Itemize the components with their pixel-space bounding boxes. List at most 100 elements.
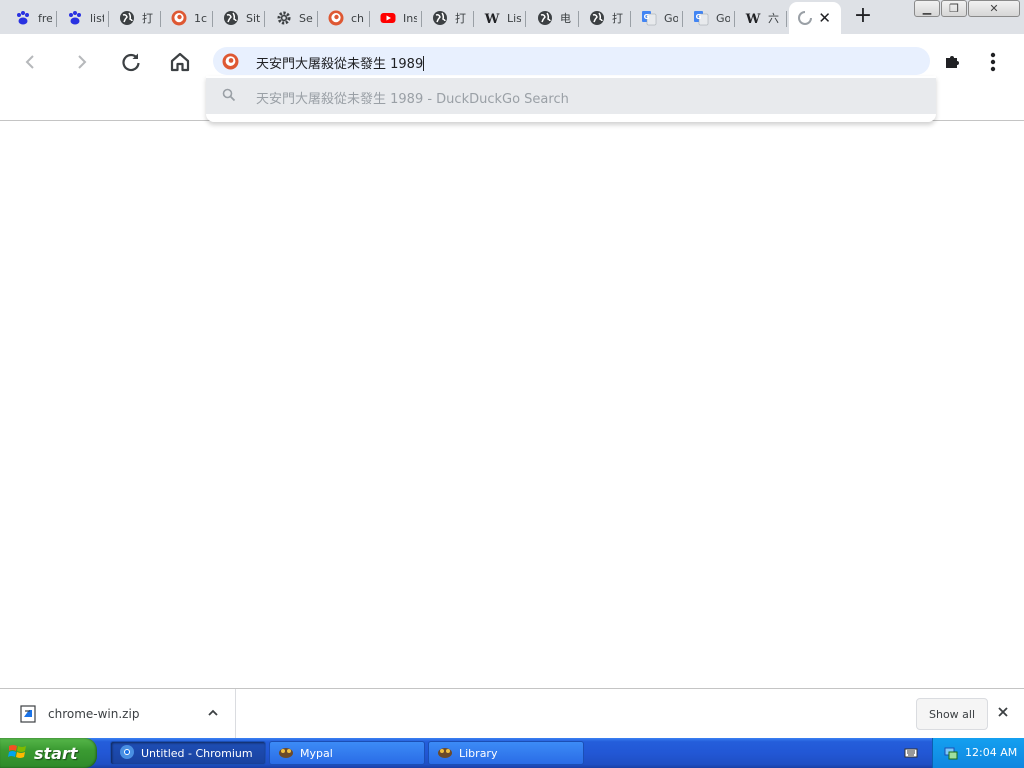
tab-title: Go bbox=[716, 11, 730, 25]
tab[interactable]: Ins bbox=[370, 2, 422, 34]
download-filename: chrome-win.zip bbox=[48, 707, 140, 721]
omnibox-dropdown: 天安門大屠殺從未發生 1989 - DuckDuckGo Search bbox=[206, 76, 936, 122]
tab-separator bbox=[525, 11, 526, 27]
taskbar-item-mypal[interactable]: Mypal bbox=[269, 741, 425, 765]
network-icon[interactable] bbox=[943, 745, 959, 764]
window-controls: ▁ ❐ ✕ bbox=[913, 0, 1024, 18]
keyboard-icon[interactable] bbox=[904, 746, 918, 763]
mypal-icon bbox=[278, 744, 294, 763]
puzzle-piece-icon bbox=[946, 56, 959, 68]
windows-taskbar: start Untitled - Chromium Mypal Library … bbox=[0, 738, 1024, 768]
tab[interactable]: Sit bbox=[213, 2, 265, 34]
address-bar[interactable]: 天安門大屠殺從未發生 1989 bbox=[213, 47, 930, 75]
minimize-button[interactable]: ▁ bbox=[914, 0, 940, 17]
gear-icon bbox=[276, 10, 292, 26]
home-icon bbox=[170, 52, 190, 72]
close-icon[interactable] bbox=[996, 705, 1010, 722]
tab-title: 打 bbox=[142, 12, 153, 25]
close-tab-button[interactable]: ✕ bbox=[818, 10, 831, 26]
duckduckgo-icon bbox=[222, 53, 239, 73]
youtube-icon bbox=[380, 10, 396, 26]
start-label: start bbox=[34, 743, 78, 763]
tab[interactable]: G Go bbox=[631, 2, 683, 34]
tab-title: Se bbox=[299, 11, 313, 25]
tab-title: 六 bbox=[768, 12, 779, 25]
omnibox-suggestion[interactable]: 天安門大屠殺從未發生 1989 - DuckDuckGo Search bbox=[206, 78, 936, 114]
google-translate-icon: G bbox=[693, 10, 709, 26]
tab-title: fre bbox=[38, 11, 52, 25]
restore-button[interactable]: ❐ bbox=[941, 0, 967, 17]
tab[interactable]: Se bbox=[266, 2, 318, 34]
loading-spinner-icon bbox=[797, 10, 813, 26]
home-button[interactable] bbox=[164, 46, 196, 78]
show-all-button[interactable]: Show all bbox=[916, 698, 988, 730]
baidu-paw-icon bbox=[67, 10, 83, 26]
three-dot-menu-icon bbox=[990, 52, 996, 72]
system-tray: 12:04 AM bbox=[932, 738, 1024, 768]
tab-title: 电 bbox=[560, 12, 571, 25]
tab[interactable]: W Lis bbox=[474, 2, 526, 34]
tab-strip: frelist打1clSitSechiIns打WLis电打GGoGGoW六 ✕ … bbox=[0, 0, 1024, 34]
forward-arrow-icon bbox=[78, 55, 87, 69]
close-window-button[interactable]: ✕ bbox=[968, 0, 1020, 17]
baidu-paw-icon bbox=[15, 10, 31, 26]
svg-text:W: W bbox=[745, 12, 761, 26]
wikipedia-icon: W bbox=[484, 10, 500, 26]
reload-button[interactable] bbox=[115, 46, 147, 78]
tab-title: Ins bbox=[403, 11, 417, 25]
tab[interactable]: fre bbox=[5, 2, 57, 34]
search-icon bbox=[222, 88, 236, 105]
globe-icon bbox=[119, 10, 135, 26]
globe-icon bbox=[432, 10, 448, 26]
new-tab-button[interactable]: + bbox=[852, 5, 874, 28]
tab[interactable]: list bbox=[57, 2, 109, 34]
globe-icon bbox=[537, 10, 553, 26]
menu-button[interactable] bbox=[977, 46, 1009, 78]
tab[interactable]: chi bbox=[318, 2, 370, 34]
forward-button[interactable] bbox=[65, 46, 97, 78]
text-caret bbox=[423, 56, 425, 71]
extensions-button[interactable] bbox=[936, 46, 968, 78]
tab-separator bbox=[786, 11, 787, 27]
wikipedia-icon: W bbox=[745, 10, 761, 26]
tab-title: chi bbox=[351, 11, 365, 25]
back-button[interactable] bbox=[15, 46, 47, 78]
tab[interactable]: 打 bbox=[579, 2, 631, 34]
svg-text:W: W bbox=[484, 12, 500, 26]
tab[interactable]: 打 bbox=[422, 2, 474, 34]
download-item[interactable]: chrome-win.zip bbox=[0, 689, 236, 738]
chevron-up-icon[interactable] bbox=[206, 706, 220, 723]
duckduckgo-icon bbox=[171, 10, 187, 26]
globe-icon bbox=[223, 10, 239, 26]
windows-logo-icon bbox=[8, 743, 28, 764]
page-content[interactable] bbox=[0, 121, 1024, 688]
taskbar-item-chromium[interactable]: Untitled - Chromium bbox=[110, 741, 266, 765]
tab[interactable]: W六 bbox=[735, 2, 787, 34]
tab-title: Go bbox=[664, 11, 678, 25]
address-bar-text: 天安門大屠殺從未發生 1989 bbox=[256, 56, 425, 72]
tab-active[interactable]: ✕ bbox=[789, 2, 841, 34]
tab-title: list bbox=[90, 11, 104, 25]
tab[interactable]: 电 bbox=[527, 2, 579, 34]
svg-text:G: G bbox=[644, 13, 650, 21]
tab-title: Sit bbox=[246, 11, 260, 25]
taskbar-item-label: Library bbox=[459, 746, 498, 760]
chromium-icon bbox=[119, 744, 135, 763]
tab[interactable]: 打 bbox=[109, 2, 161, 34]
tab-title: 打 bbox=[612, 12, 623, 25]
start-button[interactable]: start bbox=[0, 738, 97, 768]
tab[interactable]: G Go bbox=[683, 2, 735, 34]
tab-title: 1cl bbox=[194, 11, 208, 25]
tab-title: 打 bbox=[455, 12, 466, 25]
back-arrow-icon bbox=[25, 55, 34, 69]
duckduckgo-icon bbox=[328, 10, 344, 26]
svg-text:G: G bbox=[696, 13, 702, 21]
clock: 12:04 AM bbox=[965, 746, 1018, 759]
tab-separator bbox=[264, 11, 265, 27]
tab-title: Lis bbox=[507, 11, 521, 25]
suggestion-text: 天安門大屠殺從未發生 1989 - DuckDuckGo Search bbox=[256, 92, 569, 107]
taskbar-item-library[interactable]: Library bbox=[428, 741, 584, 765]
tab[interactable]: 1cl bbox=[161, 2, 213, 34]
taskbar-item-label: Mypal bbox=[300, 746, 333, 760]
google-translate-icon: G bbox=[641, 10, 657, 26]
